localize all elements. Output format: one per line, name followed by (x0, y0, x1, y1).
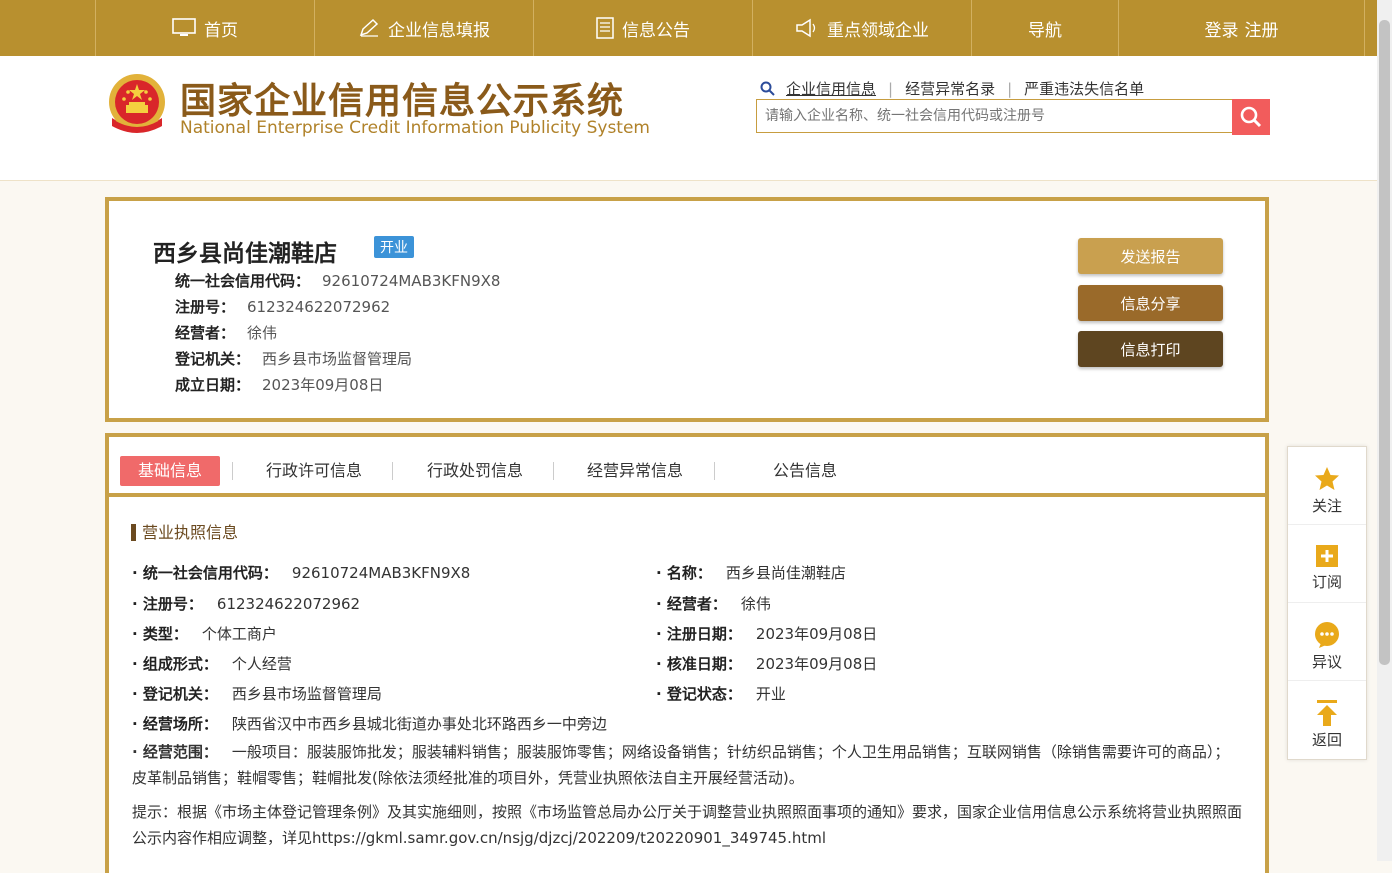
top-nav: 首页 企业信息填报 信息公告 重点领域企业 导航 登录 注册 (0, 0, 1377, 56)
system-title-en: National Enterprise Credit Information P… (180, 118, 650, 138)
tab-admin-penalty[interactable]: 行政处罚信息 (427, 456, 523, 486)
nav-item-key-enterprises[interactable]: 重点领域企业 (752, 0, 971, 56)
tab-abnormal-ops[interactable]: 经营异常信息 (587, 456, 683, 486)
follow-button[interactable]: 关注 (1288, 447, 1366, 525)
register-link[interactable]: 注册 (1245, 16, 1279, 41)
info-established: 成立日期： 2023年09月08日 (175, 376, 384, 394)
nav-label: 首页 (204, 20, 238, 41)
field-operator: · 经营者： 徐伟 (656, 595, 771, 613)
nav-label: 导航 (1028, 20, 1062, 41)
nav-item-guide[interactable]: 导航 (971, 0, 1118, 56)
info-reg-no: 注册号： 612324622072962 (175, 298, 391, 316)
send-report-button[interactable]: 发送报告 (1078, 238, 1223, 274)
megaphone-icon (796, 18, 816, 38)
nav-label: 信息公告 (622, 20, 690, 41)
field-reg-status: · 登记状态： 开业 (656, 685, 786, 703)
document-icon (596, 17, 614, 39)
search-tab-blacklist[interactable]: 严重违法失信名单 (1024, 78, 1144, 99)
system-title-cn: 国家企业信用信息公示系统 (180, 81, 625, 122)
tab-admin-license[interactable]: 行政许可信息 (266, 456, 362, 486)
field-org-form: · 组成形式： 个人经营 (132, 655, 292, 673)
side-toolbar: 关注 订阅 异议 返回 (1287, 446, 1367, 760)
search-icon (1240, 106, 1262, 128)
subscribe-button[interactable]: 订阅 (1288, 525, 1366, 603)
field-reg-date: · 注册日期： 2023年09月08日 (656, 625, 878, 643)
share-info-button[interactable]: 信息分享 (1078, 285, 1223, 321)
info-credit-code: 统一社会信用代码： 92610724MAB3KFN9X8 (175, 272, 501, 290)
field-authority: · 登记机关： 西乡县市场监督管理局 (132, 685, 382, 703)
field-reg-no: · 注册号： 612324622072962 (132, 595, 361, 613)
nav-item-notice[interactable]: 信息公告 (533, 0, 752, 56)
chat-bubble-icon (1315, 622, 1339, 648)
nav-label: 企业信息填报 (388, 20, 490, 41)
star-icon (1315, 467, 1339, 490)
scrollbar-thumb[interactable] (1379, 20, 1390, 665)
field-credit-code: · 统一社会信用代码： 92610724MAB3KFN9X8 (132, 564, 471, 582)
field-approval-date: · 核准日期： 2023年09月08日 (656, 655, 878, 673)
tab-announcements[interactable]: 公告信息 (773, 456, 837, 486)
field-name: · 名称： 西乡县尚佳潮鞋店 (656, 564, 846, 582)
search-type-tabs: 企业信用信息 | 经营异常名录 | 严重违法失信名单 (760, 78, 1144, 99)
search-button[interactable] (1232, 99, 1270, 135)
field-business-scope: · 经营范围： 一般项目：服装服饰批发；服装辅料销售；服装服饰零售；网络设备销售；… (132, 743, 1230, 787)
login-register: 登录 注册 (1118, 0, 1365, 56)
status-badge: 开业 (374, 236, 414, 258)
section-title-license: 营业执照信息 (131, 524, 238, 541)
national-emblem-logo (109, 74, 165, 133)
search-input[interactable] (756, 99, 1232, 133)
info-authority: 登记机关： 西乡县市场监督管理局 (175, 350, 413, 368)
search-small-icon (760, 81, 775, 96)
plus-square-icon (1316, 545, 1338, 567)
search-tab-abnormal[interactable]: 经营异常名录 (905, 78, 995, 99)
arrow-up-icon (1317, 700, 1337, 726)
back-to-top-button[interactable]: 返回 (1288, 681, 1366, 759)
field-type: · 类型： 个体工商户 (132, 625, 277, 643)
company-name: 西乡县尚佳潮鞋店 (153, 241, 337, 267)
tab-basic-info[interactable]: 基础信息 (120, 456, 221, 486)
objection-button[interactable]: 异议 (1288, 603, 1366, 681)
nav-item-report[interactable]: 企业信息填报 (314, 0, 533, 56)
search-tab-credit[interactable]: 企业信用信息 (786, 78, 876, 99)
pen-icon (359, 18, 379, 37)
info-operator: 经营者： 徐伟 (175, 324, 278, 342)
field-premises: · 经营场所： 陕西省汉中市西乡县城北街道办事处北环路西乡一中旁边 (132, 715, 607, 733)
login-link[interactable]: 登录 (1205, 16, 1239, 41)
print-info-button[interactable]: 信息打印 (1078, 331, 1223, 367)
nav-label: 重点领域企业 (827, 20, 929, 41)
monitor-icon (172, 18, 196, 36)
nav-item-home[interactable]: 首页 (95, 0, 314, 56)
license-note: 提示：根据《市场主体登记管理条例》及其实施细则，按照《市场监管总局办公厅关于调整… (132, 803, 1243, 847)
